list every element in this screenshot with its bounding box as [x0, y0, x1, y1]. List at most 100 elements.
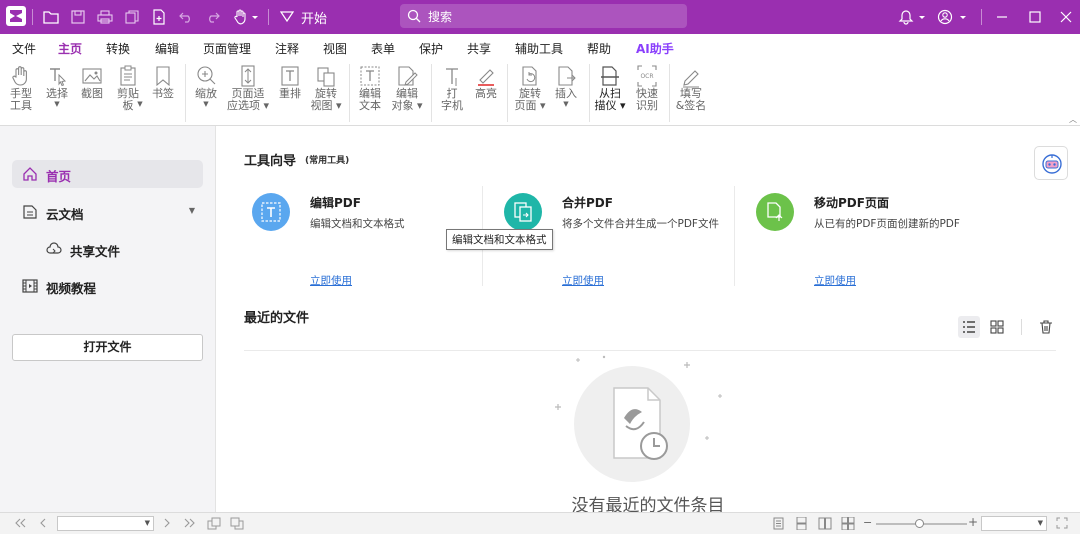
zoom-button[interactable]: 缩放 ▼ — [188, 62, 224, 122]
new-doc-icon[interactable] — [149, 6, 169, 28]
edit-pdf-icon — [252, 193, 290, 231]
delete-button[interactable] — [1035, 316, 1057, 338]
tab-help[interactable]: 帮助 — [587, 40, 611, 57]
notification-dropdown[interactable] — [897, 6, 927, 28]
app-logo-icon — [6, 6, 26, 26]
edit-text-icon — [360, 66, 380, 86]
next-page-icon[interactable] — [162, 517, 172, 529]
sidebar-item-shared-files[interactable]: 共享文件 — [36, 235, 203, 263]
ai-assistant-button[interactable] — [1034, 146, 1068, 180]
search-input[interactable]: 搜索 — [400, 4, 687, 28]
shared-cloud-icon — [46, 241, 62, 260]
print-icon[interactable] — [95, 6, 115, 28]
sidebar-item-home[interactable]: 首页 — [12, 160, 203, 188]
tab-form[interactable]: 表单 — [371, 40, 395, 57]
use-now-link[interactable]: 立即使用 — [310, 273, 352, 288]
open-folder-icon[interactable] — [41, 6, 61, 28]
tab-page-management[interactable]: 页面管理 — [203, 40, 251, 57]
move-pages-icon — [756, 193, 794, 231]
grid-view-button[interactable] — [986, 316, 1008, 338]
edit-object-button[interactable]: 编辑 对象 ▾ — [389, 62, 425, 122]
reflow-icon — [281, 66, 299, 86]
tooltip: 编辑文档和文本格式 — [446, 229, 553, 250]
sidebar-item-label: 视频教程 — [46, 281, 97, 296]
ribbon-collapse-icon[interactable]: ︿ — [1069, 114, 1077, 125]
next-view-icon[interactable] — [230, 517, 244, 530]
ribbon-toolbar: 手型 工具 选择 ▼ 截图 剪贴板 ▼ 书签 缩放 ▼ 页面适 应选项 ▾ 重排 旋… — [0, 60, 1080, 126]
fit-page-icon — [241, 65, 255, 87]
single-page-view-icon[interactable] — [772, 517, 785, 530]
bookmark-button[interactable]: 书签 — [145, 62, 181, 122]
sidebar: 首页 云文档 ▼ 共享文件 视频教程 打开文件 — [0, 126, 216, 512]
tab-ai-assistant[interactable]: AI助手 — [636, 40, 674, 57]
rotate-view-button[interactable]: 旋转 视图 ▾ — [308, 62, 344, 122]
tab-comment[interactable]: 注释 — [275, 40, 299, 57]
insert-button[interactable]: 插入 ▼ — [548, 62, 584, 122]
menu-tab-bar: 文件 主页 转换 编辑 页面管理 注释 视图 表单 保护 共享 辅助工具 帮助 … — [0, 34, 1080, 62]
select-icon — [50, 68, 67, 87]
list-view-icon — [963, 321, 975, 333]
zoom-level-input[interactable]: ▼ — [981, 516, 1047, 531]
account-dropdown[interactable] — [937, 6, 969, 28]
undo-icon[interactable] — [176, 6, 196, 28]
continuous-view-icon[interactable] — [795, 517, 808, 530]
close-icon[interactable] — [1055, 6, 1077, 28]
fit-page-button[interactable]: 页面适 应选项 ▾ — [227, 62, 269, 122]
page-number-input[interactable]: ▼ — [57, 516, 154, 531]
tool-card-move-pages[interactable]: 移动PDF页面 从已有的PDF页面创建新的PDF 立即使用 — [748, 186, 1000, 288]
zoom-out-icon[interactable]: − — [863, 516, 872, 529]
two-page-view-icon[interactable] — [818, 517, 832, 530]
tab-view[interactable]: 视图 — [323, 40, 347, 57]
first-page-icon[interactable] — [14, 517, 26, 529]
tab-convert[interactable]: 转换 — [106, 40, 130, 57]
sidebar-item-label: 首页 — [46, 169, 72, 184]
minimize-icon[interactable] — [991, 6, 1013, 28]
cloud-doc-icon — [22, 204, 38, 223]
rotate-page-icon — [522, 66, 537, 86]
tool-guide-title: 工具向导 — [244, 154, 297, 169]
sidebar-item-cloud-docs[interactable]: 云文档 ▼ — [12, 198, 203, 226]
search-placeholder: 搜索 — [428, 10, 453, 24]
empty-files-illustration — [555, 355, 722, 482]
tab-accessibility[interactable]: 辅助工具 — [515, 40, 563, 57]
maximize-icon[interactable] — [1024, 6, 1046, 28]
chevron-down-icon: ▼ — [1037, 519, 1043, 527]
save-icon[interactable] — [68, 6, 88, 28]
ocr-button[interactable]: OCR 快速 识别 — [629, 62, 665, 122]
open-file-button[interactable]: 打开文件 — [12, 334, 203, 361]
use-now-link[interactable]: 立即使用 — [814, 273, 856, 288]
fullscreen-icon[interactable] — [1056, 517, 1068, 529]
redo-icon[interactable] — [203, 6, 223, 28]
tab-edit[interactable]: 编辑 — [155, 40, 179, 57]
funnel-icon[interactable] — [279, 6, 295, 28]
fill-sign-button[interactable]: 填写 &签名 — [673, 62, 709, 122]
tab-share[interactable]: 共享 — [467, 40, 491, 57]
divider — [981, 9, 982, 25]
list-view-button[interactable] — [958, 316, 980, 338]
copy-doc-icon[interactable] — [122, 6, 142, 28]
status-bar: ▼ − + ▼ — [0, 512, 1080, 534]
main-content: 工具向导 (常用工具) 编辑PDF 编辑文档和文本格式 立即使用 合并PDF 将… — [216, 126, 1080, 516]
zoom-slider-thumb[interactable] — [915, 519, 924, 528]
use-now-link[interactable]: 立即使用 — [562, 273, 604, 288]
tab-file[interactable]: 文件 — [12, 40, 36, 57]
highlight-button[interactable]: 高亮 — [468, 62, 504, 122]
tab-protect[interactable]: 保护 — [419, 40, 443, 57]
previous-view-icon[interactable] — [207, 517, 221, 530]
hand-icon — [12, 66, 27, 86]
last-page-icon[interactable] — [184, 517, 196, 529]
sidebar-item-video-tutorials[interactable]: 视频教程 — [12, 272, 203, 300]
insert-icon — [558, 66, 576, 86]
start-label[interactable]: 开始 — [301, 8, 327, 27]
divider — [734, 186, 735, 286]
chevron-down-icon[interactable]: ▼ — [189, 206, 195, 215]
hand-mode-dropdown[interactable] — [232, 6, 260, 28]
prev-page-icon[interactable] — [38, 517, 48, 529]
typewriter-icon — [446, 68, 458, 86]
tab-home[interactable]: 主页 — [58, 40, 83, 62]
card-title: 移动PDF页面 — [814, 196, 889, 210]
recent-files-title: 最近的文件 — [244, 311, 310, 326]
zoom-in-icon[interactable]: + — [968, 515, 978, 529]
two-page-continuous-icon[interactable] — [841, 517, 855, 530]
card-description: 从已有的PDF页面创建新的PDF — [814, 218, 960, 230]
